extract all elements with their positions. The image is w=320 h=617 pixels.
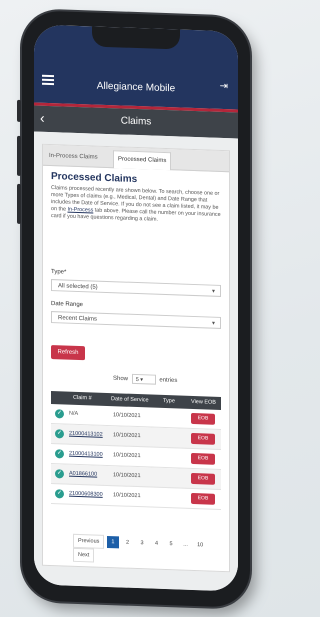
claim-number-link[interactable]: 21000608300 <box>69 485 103 505</box>
phone-frame: Allegiance Mobile ⇥ ‹ Claims In-Process … <box>17 10 250 608</box>
column-type[interactable]: Type <box>163 395 175 408</box>
pagination: Previous 1 2 3 4 5 ... 10 Next <box>73 533 229 563</box>
chevron-down-icon: ▼ <box>211 320 216 327</box>
pagination-previous[interactable]: Previous <box>73 533 105 549</box>
logout-icon[interactable]: ⇥ <box>220 81 228 92</box>
pagination-page[interactable]: 1 <box>106 535 119 549</box>
tab-processed-claims[interactable]: Processed Claims <box>113 150 172 171</box>
entries-select[interactable]: 5 ▾ <box>131 373 156 385</box>
checkmark-icon: ✓ <box>55 469 64 479</box>
date-range-select[interactable]: Recent Claims ▼ <box>51 311 221 329</box>
page-title: Claims <box>120 115 152 128</box>
column-view-eob: View EOB <box>191 398 216 406</box>
volume-up-button <box>17 135 21 176</box>
date-of-service: 10/10/2021 <box>113 472 141 480</box>
date-range-label: Date Range <box>51 301 84 309</box>
claims-table-body: ✓ N/A 10/10/2021 EOB ✓ 21000413102 10/10… <box>51 404 221 510</box>
phone-screen: Allegiance Mobile ⇥ ‹ Claims In-Process … <box>34 24 238 592</box>
pagination-page[interactable]: 2 <box>121 536 133 548</box>
type-select[interactable]: All selected (5) ▼ <box>51 279 221 297</box>
volume-down-button <box>17 183 21 224</box>
side-button <box>17 99 21 122</box>
column-claim[interactable]: Claim # <box>73 392 92 406</box>
pagination-page[interactable]: 10 <box>194 539 206 551</box>
eob-button[interactable]: EOB <box>191 472 215 485</box>
in-process-link[interactable]: In-Process <box>68 207 94 214</box>
claim-number: N/A <box>69 410 79 417</box>
eob-button[interactable]: EOB <box>191 432 215 445</box>
eob-button[interactable]: EOB <box>191 412 215 425</box>
chevron-down-icon: ▼ <box>211 288 216 295</box>
section-description: Claims processed recently are shown belo… <box>51 185 221 223</box>
claim-number-link[interactable]: A01866100 <box>69 465 97 485</box>
checkmark-icon: ✓ <box>55 409 64 419</box>
claims-tabs: In-Process Claims Processed Claims <box>43 144 229 173</box>
main-content: In-Process Claims Processed Claims Proce… <box>34 131 238 592</box>
eob-button[interactable]: EOB <box>191 452 215 465</box>
claims-card: In-Process Claims Processed Claims Proce… <box>42 143 230 573</box>
entries-label: entries <box>159 377 178 385</box>
eob-button[interactable]: EOB <box>191 492 215 505</box>
section-heading: Processed Claims <box>51 171 138 186</box>
date-of-service: 10/10/2021 <box>113 432 141 440</box>
type-label: Type* <box>51 269 67 276</box>
column-date-of-service[interactable]: Date of Service <box>111 393 149 407</box>
date-range-value: Recent Claims <box>58 315 98 323</box>
date-of-service: 10/10/2021 <box>113 492 141 500</box>
pagination-page[interactable]: 5 <box>165 538 177 550</box>
pagination-page[interactable]: 3 <box>136 537 148 549</box>
pagination-next[interactable]: Next <box>73 547 95 563</box>
pagination-ellipsis: ... <box>183 541 188 548</box>
show-label: Show <box>113 375 129 383</box>
notch <box>92 26 180 50</box>
app-title: Allegiance Mobile <box>96 80 176 95</box>
refresh-button[interactable]: Refresh <box>51 345 85 361</box>
show-entries-control: Show 5 ▾ entries <box>113 373 177 385</box>
date-of-service: 10/10/2021 <box>113 412 141 420</box>
type-select-value: All selected (5) <box>58 283 98 291</box>
claim-number-link[interactable]: 21000413102 <box>69 425 103 445</box>
checkmark-icon: ✓ <box>55 449 64 459</box>
checkmark-icon: ✓ <box>55 429 64 439</box>
tab-in-process-claims[interactable]: In-Process Claims <box>45 148 102 167</box>
pagination-page[interactable]: 4 <box>151 538 163 550</box>
checkmark-icon: ✓ <box>55 489 64 499</box>
date-of-service: 10/10/2021 <box>113 452 141 460</box>
claim-number-link[interactable]: 21000413100 <box>69 445 103 465</box>
